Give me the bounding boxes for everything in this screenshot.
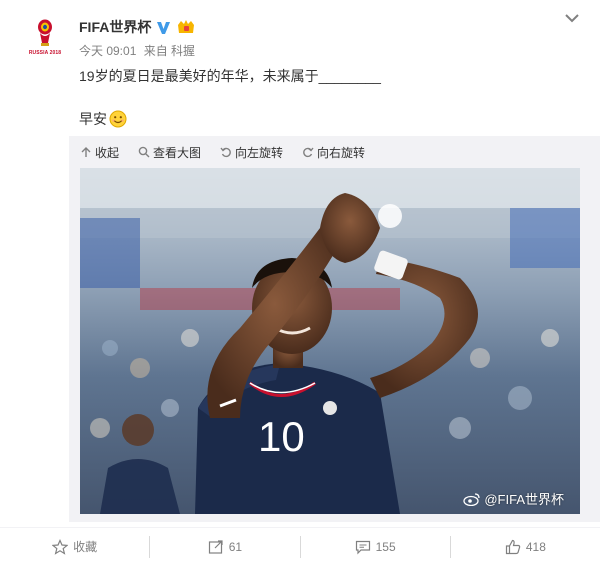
verified-icon[interactable]	[155, 19, 172, 36]
post-text-line1: 19岁的夏日是最美好的年华，未来属于________	[79, 68, 381, 84]
fifa-logo	[38, 19, 52, 46]
repost-button[interactable]: 61	[149, 535, 299, 558]
action-bar: 收藏 61 155 418	[0, 527, 600, 565]
media-toolbar: 收起 查看大图 向左旋转 向右旋转	[80, 144, 384, 160]
watermark-text: @FIFA世界杯	[484, 492, 564, 507]
collapse-button[interactable]: 收起	[80, 144, 119, 161]
post-text-greeting: 早安	[79, 111, 107, 127]
jersey-number: 10	[258, 413, 305, 460]
post-source[interactable]: 来自 科握	[144, 44, 195, 58]
repost-count: 61	[228, 539, 243, 554]
view-large-label: 查看大图	[153, 145, 202, 160]
post-photo[interactable]: 10 @FIFA世界杯	[80, 168, 580, 514]
avatar-caption: RUSSIA 2018	[28, 49, 62, 56]
star-icon	[52, 538, 69, 555]
username-link[interactable]: FIFA世界杯	[79, 17, 151, 37]
rotate-right-button[interactable]: 向右旋转	[302, 144, 365, 161]
rotate-left-button[interactable]: 向左旋转	[220, 144, 283, 161]
post-time[interactable]: 今天 09:01	[79, 44, 136, 58]
weibo-post-card: RUSSIA 2018 FIFA世界杯 今天 09:01 来自 科握 19岁的夏…	[0, 0, 600, 565]
favorite-label: 收藏	[73, 540, 98, 554]
member-icon[interactable]	[176, 19, 196, 35]
rotate-left-icon	[220, 147, 231, 158]
rotate-left-label: 向左旋转	[235, 145, 284, 160]
rotate-right-icon	[303, 147, 314, 158]
photo-illustration: 10	[80, 168, 580, 514]
comment-count: 155	[375, 539, 396, 554]
collapse-icon	[81, 147, 91, 157]
repost-icon	[208, 539, 223, 554]
smile-icon	[109, 110, 127, 128]
like-button[interactable]: 418	[449, 535, 600, 558]
post-author: FIFA世界杯	[79, 17, 196, 37]
favorite-button[interactable]: 收藏	[0, 536, 149, 558]
chevron-down-icon[interactable]	[564, 12, 580, 24]
weibo-icon	[463, 492, 480, 506]
post-text-line2: 早安	[79, 109, 127, 129]
view-large-button[interactable]: 查看大图	[138, 144, 201, 161]
post-meta: 今天 09:01 来自 科握	[79, 42, 199, 59]
comment-icon	[355, 540, 370, 554]
collapse-label: 收起	[95, 145, 120, 160]
search-icon	[138, 146, 150, 158]
photo-watermark: @FIFA世界杯	[463, 489, 564, 508]
avatar[interactable]: RUSSIA 2018	[21, 13, 69, 61]
like-icon	[505, 539, 521, 554]
comment-button[interactable]: 155	[299, 535, 450, 558]
rotate-right-label: 向右旋转	[317, 145, 366, 160]
like-count: 418	[525, 539, 546, 554]
